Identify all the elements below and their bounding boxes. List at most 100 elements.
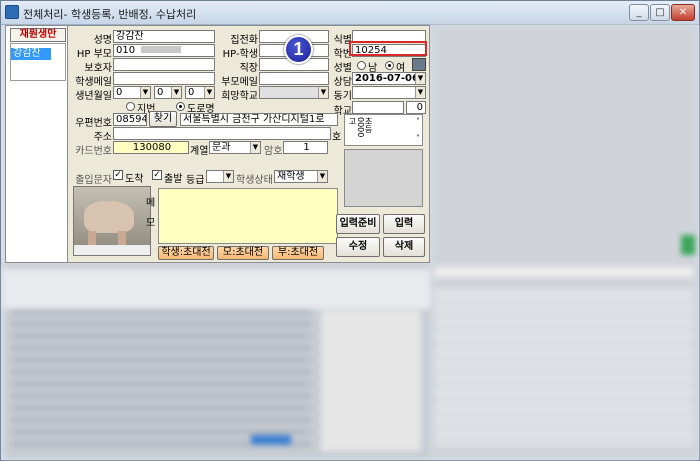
birthdate-label: 생년월일 xyxy=(75,91,112,102)
close-button[interactable]: ✕ xyxy=(671,4,695,21)
photo-figure-leg xyxy=(118,231,126,245)
grade-label: 등급 xyxy=(186,175,205,186)
active-students-tab[interactable]: 재원생만 xyxy=(10,28,66,42)
track-select[interactable]: 문과 ▼ xyxy=(209,141,261,154)
hope-school-select[interactable]: ▼ xyxy=(259,86,329,99)
name-field[interactable]: 강감찬 xyxy=(113,30,215,43)
sms-label: 출입문자 xyxy=(75,175,112,186)
hp-student-label: HP-학생 xyxy=(222,49,258,60)
hp-parent-value: 010 xyxy=(116,45,136,56)
student-invite-button[interactable]: 학생:초대전 xyxy=(158,246,214,260)
home-phone-label: 집전화 xyxy=(230,35,258,46)
mother-invite-button[interactable]: 모:초대전 xyxy=(217,246,269,260)
birth-year-value: 0 xyxy=(116,87,123,98)
gender-female-radio[interactable] xyxy=(385,61,394,70)
birth-month-select[interactable]: 0 ▼ xyxy=(154,86,182,99)
address-field[interactable]: 서울특별시 금천구 가산디지털1로 xyxy=(180,113,338,126)
track-label: 계열 xyxy=(190,146,209,157)
delete-button[interactable]: 삭제 xyxy=(383,237,425,257)
consult-label: 상담 xyxy=(333,77,352,88)
student-email-field[interactable] xyxy=(113,72,215,85)
photo-figure xyxy=(84,201,134,233)
input-button[interactable]: 입력 xyxy=(383,214,425,234)
student-email-label: 학생메일 xyxy=(75,77,112,88)
birth-day-select[interactable]: 0 ▼ xyxy=(185,86,215,99)
arrive-checkbox[interactable]: ✓ xyxy=(113,170,123,180)
hope-school-label: 희망학교 xyxy=(221,91,258,102)
card-number-field[interactable]: 130080 xyxy=(113,141,189,154)
card-number-label: 카드번호 xyxy=(75,146,112,157)
memo-label-1: 메 xyxy=(146,198,156,209)
student-photo[interactable] xyxy=(73,186,151,256)
parent-email-field[interactable] xyxy=(259,72,329,85)
maximize-button[interactable]: □ xyxy=(650,4,670,21)
student-list[interactable]: 강감찬 xyxy=(10,43,66,81)
chevron-down-icon: ▼ xyxy=(250,142,260,153)
app-window: 전체처리- 학생등록, 반배정, 수납처리 _ □ ✕ 재원생만 강감찬 성명 … xyxy=(0,0,700,461)
gender-male-radio[interactable] xyxy=(357,61,366,70)
scroll-down-icon[interactable]: ˅ xyxy=(416,134,420,143)
memo-label-2: 모 xyxy=(146,218,156,229)
chevron-down-icon: ▼ xyxy=(223,171,233,182)
motive-select[interactable]: ▼ xyxy=(352,86,426,99)
memo-textarea[interactable] xyxy=(158,188,338,244)
guardian-field[interactable] xyxy=(113,58,215,71)
birth-day-value: 0 xyxy=(188,87,195,98)
birth-year-select[interactable]: 0 ▼ xyxy=(113,86,151,99)
find-address-button[interactable]: 찾기 xyxy=(149,111,177,127)
chevron-down-icon: ▼ xyxy=(318,87,328,98)
chevron-down-icon: ▼ xyxy=(204,87,214,98)
guardian-label: 보호자 xyxy=(84,63,112,74)
photo-figure-leg xyxy=(88,231,96,245)
leave-checkbox[interactable]: ✓ xyxy=(152,170,162,180)
scroll-up-icon[interactable]: ˄ xyxy=(416,117,420,126)
photo-floor xyxy=(74,245,150,255)
edit-button[interactable]: 수정 xyxy=(336,237,380,257)
leave-label: 출발 xyxy=(164,174,183,185)
chevron-down-icon: ▼ xyxy=(415,73,425,84)
step-number-badge: 1 xyxy=(284,35,313,64)
address-detail-field[interactable] xyxy=(113,127,331,140)
school-list-box[interactable]: 초등0000고 ˄ ˅ xyxy=(344,114,423,146)
student-list-item-selected[interactable]: 강감찬 xyxy=(11,48,51,60)
gender-label: 성별 xyxy=(333,63,352,74)
hp-parent-field[interactable]: 010 xyxy=(113,44,215,57)
grade-select[interactable]: ▼ xyxy=(206,170,234,183)
status-select[interactable]: 재학생 ▼ xyxy=(274,170,328,183)
minimize-button[interactable]: _ xyxy=(629,4,649,21)
track-value: 문과 xyxy=(212,142,231,153)
window-title: 전체처리- 학생등록, 반배정, 수납처리 xyxy=(23,8,197,21)
address-jibun-radio[interactable] xyxy=(126,102,135,111)
birth-month-value: 0 xyxy=(157,87,164,98)
address-road-radio[interactable] xyxy=(176,102,185,111)
school-number-field[interactable]: 0 xyxy=(406,101,426,114)
school-field[interactable] xyxy=(352,101,404,114)
father-invite-button[interactable]: 부:초대전 xyxy=(272,246,324,260)
address-label: 주소 xyxy=(93,132,112,143)
hp-parent-label: HP 부모 xyxy=(76,49,112,60)
status-label: 학생상태 xyxy=(236,175,273,186)
student-form-panel: 재원생만 강감찬 성명 강감찬 집전화 식별 HP 부모 010 HP-학생 학… xyxy=(5,25,430,263)
background-grid xyxy=(11,311,311,451)
chevron-down-icon: ▼ xyxy=(140,87,150,98)
chevron-down-icon: ▼ xyxy=(171,87,181,98)
right-background-panel xyxy=(431,25,699,459)
lock-icon[interactable] xyxy=(412,58,426,71)
gray-info-box xyxy=(344,149,423,207)
password-field[interactable]: 1 xyxy=(283,141,328,154)
status-value: 재학생 xyxy=(277,171,305,182)
ready-input-button[interactable]: 입력준비 xyxy=(336,214,380,234)
student-list-sidebar: 재원생만 강감찬 xyxy=(6,26,68,262)
chevron-down-icon: ▼ xyxy=(415,87,425,98)
consult-date-picker[interactable]: 2016-07-06 ▼ xyxy=(352,72,426,85)
class-number-highlight xyxy=(349,41,427,56)
background-toolbar xyxy=(4,269,430,309)
zip-field[interactable]: 08594 xyxy=(113,113,147,126)
app-icon xyxy=(5,5,19,19)
password-label: 암호 xyxy=(264,146,283,157)
masked-number xyxy=(141,46,182,53)
zip-label: 우편번호 xyxy=(75,118,112,129)
address-cut-label: 호 xyxy=(332,132,342,143)
school-list-text: 초등0000고 xyxy=(348,117,373,138)
consult-date-value: 2016-07-06 xyxy=(355,73,419,84)
